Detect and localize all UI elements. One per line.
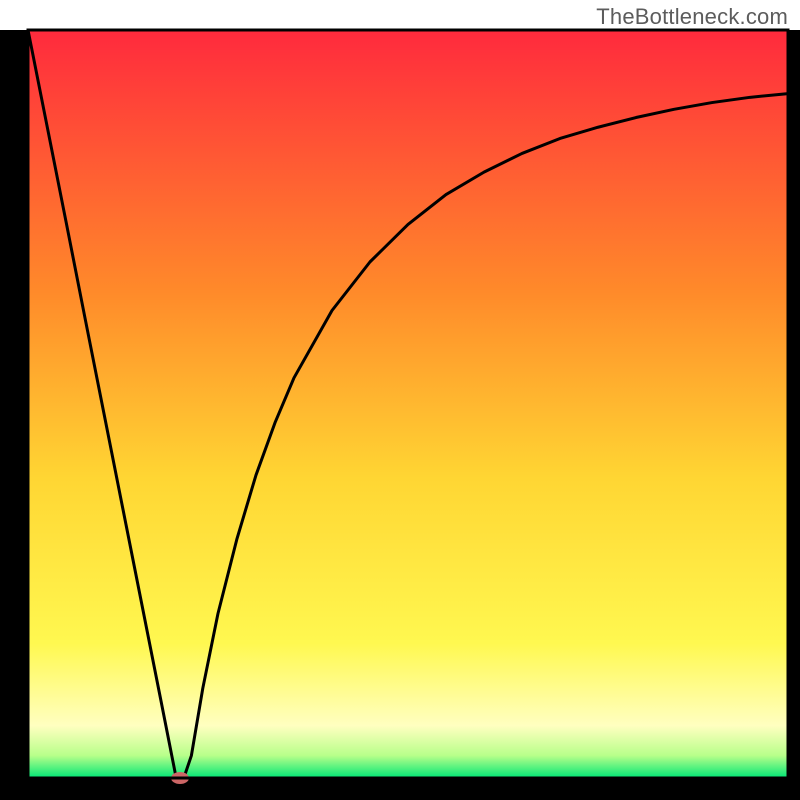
bottleneck-chart xyxy=(0,0,800,800)
chart-container: TheBottleneck.com xyxy=(0,0,800,800)
plot-background xyxy=(28,30,788,778)
watermark-text: TheBottleneck.com xyxy=(596,4,788,30)
